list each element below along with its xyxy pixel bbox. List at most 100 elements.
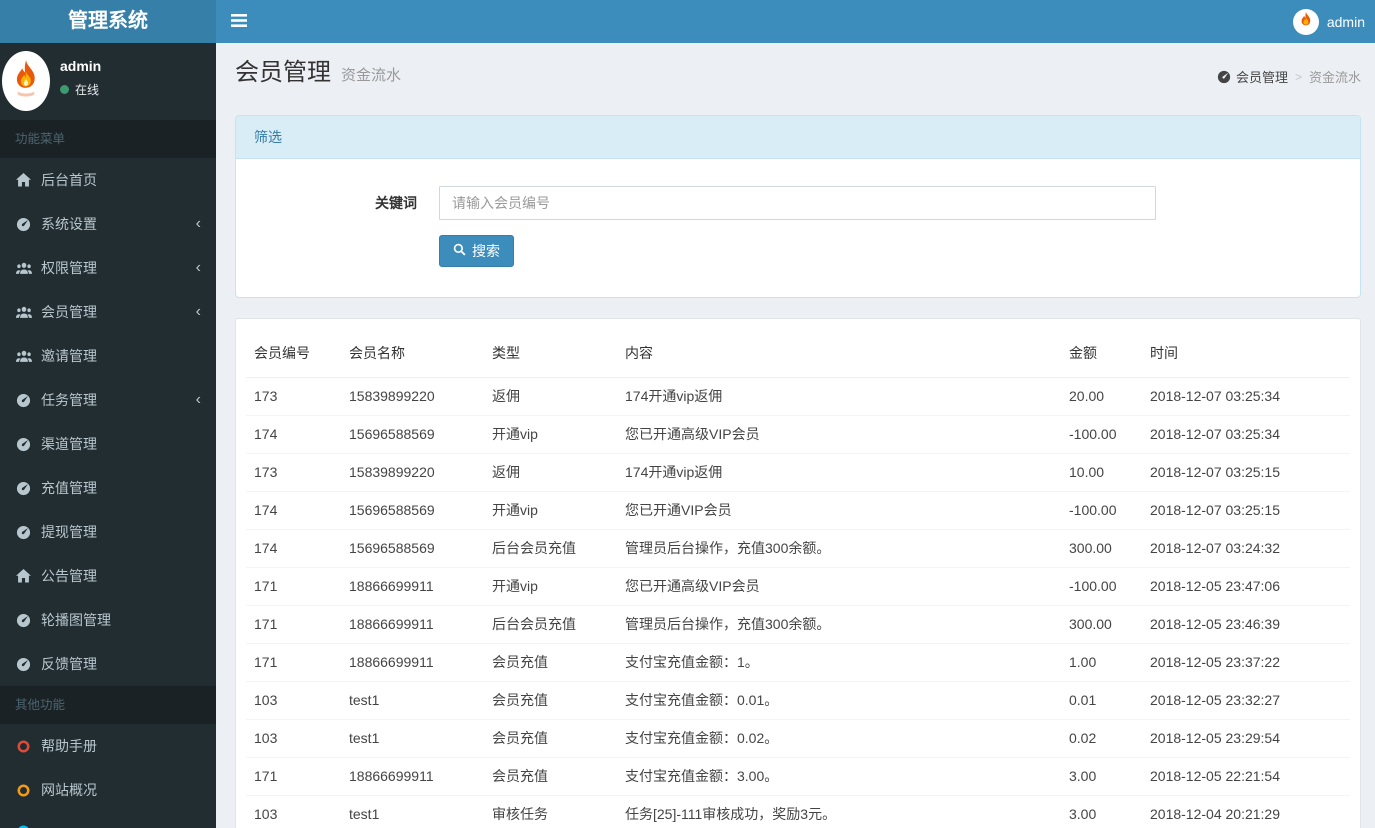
table-row: 174 15696588569 开通vip 您已开通VIP会员 -100.00 2018-… [246,491,1350,530]
table-cell: 18866699911 [341,567,484,606]
sidebar-item-member[interactable]: 会员管理 ‹ [0,290,216,334]
filter-panel: 筛选 关键词 搜索 [235,115,1361,298]
sidebar-menu: 功能菜单 后台首页 系统设置 ‹ 权限管理 ‹ 会员管理 ‹ 邀请管理任务管理 ‹ 渠道管理充值管理… [0,120,216,828]
table-cell: 会员充值 [484,757,617,796]
table-cell: 审核任务 [484,795,617,828]
sidebar-item-notice[interactable]: 公告管理 [0,554,216,598]
breadcrumb-member-management[interactable]: 会员管理 [1217,67,1288,86]
home-icon [15,569,32,583]
sidebar-item-system-settings[interactable]: 系统设置 ‹ [0,202,216,246]
table-cell: 2018-12-07 03:24:32 [1142,529,1350,568]
table-cell: 您已开通VIP会员 [617,491,1061,530]
table-cell: 174 [246,415,341,454]
table-cell: test1 [341,719,484,758]
table-cell: 1.00 [1061,643,1142,682]
keyword-label: 关键词 [375,195,417,211]
column-header: 会员编号 [246,329,341,378]
table-cell: 会员充值 [484,643,617,682]
table-cell: 会员充值 [484,719,617,758]
brand-logo[interactable]: 管理系统 [0,0,216,43]
topbar-user-menu[interactable]: admin [1283,0,1375,43]
sidebar-item-task[interactable]: 任务管理 ‹ [0,378,216,422]
sidebar-item-feedback[interactable]: 反馈管理 [0,642,216,686]
search-button-label: 搜索 [472,243,500,259]
page-title: 会员管理 资金流水 [235,58,401,91]
users-icon [15,306,32,319]
sidebar-item-label: 网站概况 [41,782,97,798]
topbar-username: admin [1326,13,1365,30]
column-header: 会员名称 [341,329,484,378]
table-cell: 174 [246,491,341,530]
sidebar-section-header: 其他功能 [0,686,216,724]
sidebar-section-header: 功能菜单 [0,120,216,158]
records-table: 会员编号 会员名称 类型 内容 金额 时间 173 15839899220 返佣 174开通vi… [246,329,1350,828]
table-cell: 18866699911 [341,643,484,682]
table-cell: 0.01 [1061,681,1142,720]
table-cell: 300.00 [1061,529,1142,568]
sidebar-item-label: 充值管理 [41,480,97,496]
users-icon [15,262,32,275]
column-header: 时间 [1142,329,1350,378]
column-header: 类型 [484,329,617,378]
sidebar: admin 在线 功能菜单 后台首页 系统设置 ‹ 权限管理 ‹ 会员管理 ‹ 邀请管理 任务管理… [0,43,216,828]
user-avatar [2,51,50,111]
table-cell: 后台会员充值 [484,529,617,568]
sidebar-username: admin [60,58,102,74]
online-status-icon [60,85,69,94]
sidebar-item-label: 任务管理 [41,392,97,408]
sidebar-item-site-overview[interactable]: 网站概况 [0,768,216,812]
sidebar-item-channel[interactable]: 渠道管理 [0,422,216,466]
sidebar-item-recharge[interactable]: 充值管理 [0,466,216,510]
gauge-icon [15,613,32,628]
sidebar-item-label: 渠道管理 [41,436,97,452]
gauge-icon [1217,70,1231,84]
table-cell: 您已开通高级VIP会员 [617,567,1061,606]
users-icon [15,350,32,363]
table-cell: 管理员后台操作，充值300余额。 [617,605,1061,644]
hamburger-icon [231,13,247,30]
table-cell: 173 [246,377,341,416]
table-cell: 2018-12-05 23:46:39 [1142,605,1350,644]
sidebar-item-invite[interactable]: 邀请管理 [0,334,216,378]
sidebar-item-withdraw[interactable]: 提现管理 [0,510,216,554]
table-cell: 103 [246,719,341,758]
search-icon [453,243,466,259]
table-cell: 15839899220 [341,377,484,416]
table-cell: 15696588569 [341,529,484,568]
table-cell: 18866699911 [341,605,484,644]
keyword-input[interactable] [439,186,1156,220]
table-cell: 15839899220 [341,453,484,492]
sidebar-item-label: 公告管理 [41,568,97,584]
table-row: 174 15696588569 后台会员充值 管理员后台操作，充值300余额。 300.… [246,529,1350,568]
table-cell: 2018-12-07 03:25:15 [1142,453,1350,492]
sidebar-item-permission[interactable]: 权限管理 ‹ [0,246,216,290]
gauge-icon [15,217,32,232]
sidebar-item-help[interactable]: 帮助手册 [0,724,216,768]
sidebar-item-banner[interactable]: 轮播图管理 [0,598,216,642]
table-cell: 2018-12-04 20:21:29 [1142,795,1350,828]
circle-icon [15,784,32,797]
table-cell: 开通vip [484,567,617,606]
search-button[interactable]: 搜索 [439,235,514,267]
table-cell: 2018-12-05 23:32:27 [1142,681,1350,720]
content-header: 会员管理 资金流水 会员管理 > 资金流水 [216,43,1375,91]
table-cell: 支付宝充值金额：0.02。 [617,719,1061,758]
gauge-icon [15,393,32,408]
table-row: 173 15839899220 返佣 174开通vip返佣 20.00 2018-12-0… [246,377,1350,416]
table-cell: 返佣 [484,377,617,416]
table-cell: 2018-12-07 03:25:34 [1142,377,1350,416]
table-cell: 300.00 [1061,605,1142,644]
table-cell: 3.00 [1061,757,1142,796]
sidebar-item-home[interactable]: 后台首页 [0,158,216,202]
gauge-icon [15,437,32,452]
table-cell: 173 [246,453,341,492]
chevron-left-icon: ‹ [195,259,201,276]
main-content: 会员管理 资金流水 会员管理 > 资金流水 筛选 关键词 请输入会员编号 搜索 … [216,43,1375,828]
table-cell: 174开通vip返佣 [617,377,1061,416]
chevron-left-icon: ‹ [195,391,201,408]
table-cell: 开通vip [484,491,617,530]
sidebar-item-extra[interactable] [0,812,216,828]
table-cell: 支付宝充值金额：3.00。 [617,757,1061,796]
table-row: 171 18866699911 会员充值 支付宝充值金额：3.00。 3.00 2018-… [246,757,1350,796]
sidebar-toggle-button[interactable] [216,0,262,43]
